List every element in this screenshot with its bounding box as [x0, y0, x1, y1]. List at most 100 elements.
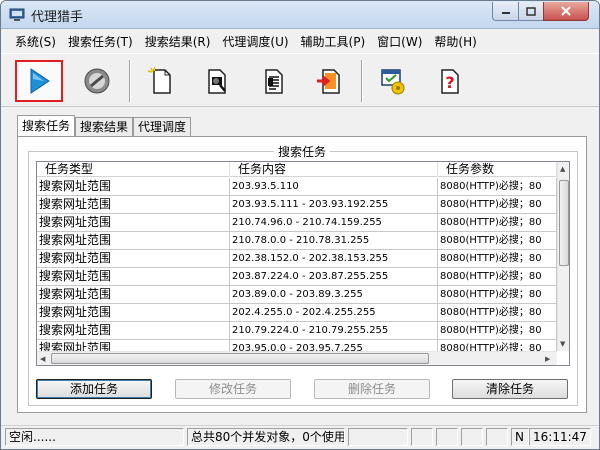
cell-task-type: 搜索网址范围	[37, 286, 230, 303]
scroll-left-icon[interactable]: ◀	[40, 355, 45, 363]
cell-task-content: 202.4.255.0 - 202.4.255.255	[230, 304, 438, 321]
toolbar-separator	[361, 60, 363, 102]
search-document-icon	[208, 69, 226, 94]
close-button[interactable]	[543, 2, 589, 21]
status-pane-empty	[486, 428, 508, 446]
play-icon	[30, 68, 50, 94]
tab-proxy-dispatch[interactable]: 代理调度	[133, 117, 192, 137]
edit-task-button[interactable]: 修改任务	[175, 379, 291, 399]
search-task-group: 搜索任务 任务类型 任务内容 任务参数 搜索网址范围 203.93.5.110 80…	[28, 143, 578, 406]
cell-task-type: 搜索网址范围	[37, 250, 230, 267]
new-task-button[interactable]	[137, 60, 185, 102]
status-pane-empty	[411, 428, 433, 446]
table-row[interactable]: 搜索网址范围 210.78.0.0 - 210.78.31.255 8080(HTT…	[37, 232, 557, 250]
toolbar-separator	[129, 60, 131, 102]
maximize-button[interactable]	[518, 2, 544, 21]
status-pane-empty	[461, 428, 483, 446]
status-bar: 空闲...... 总共80个并发对象，0个使用F N 16:11:47	[1, 425, 599, 447]
text-document-button[interactable]	[249, 60, 297, 102]
cell-task-content: 203.87.224.0 - 203.87.255.255	[230, 268, 438, 285]
minimize-icon	[501, 12, 510, 14]
cell-task-params: 8080(HTTP)必搜；80	[438, 250, 557, 267]
menu-help[interactable]: 帮助(H)	[428, 33, 482, 50]
close-icon	[561, 6, 571, 16]
menu-bar: 系统(S) 搜索任务(T) 搜索结果(R) 代理调度(U) 辅助工具(P) 窗口…	[1, 30, 599, 52]
new-document-icon	[147, 66, 171, 94]
window-title: 代理猎手	[31, 10, 84, 25]
cell-task-params: 8080(HTTP)必搜；80	[438, 322, 557, 339]
cell-task-params: 8080(HTTP)必搜；80	[438, 304, 557, 321]
delete-task-button[interactable]: 删除任务	[314, 379, 430, 399]
cell-task-content: 210.74.96.0 - 210.74.159.255	[230, 214, 438, 231]
cell-task-content: 202.38.152.0 - 202.38.153.255	[230, 250, 438, 267]
list-rows: 搜索网址范围 203.93.5.110 8080(HTTP)必搜；80 搜索网址范围 2…	[37, 178, 557, 358]
column-header-type[interactable]: 任务类型	[37, 162, 230, 177]
cell-task-content: 203.89.0.0 - 203.89.3.255	[230, 286, 438, 303]
help-icon: ?	[441, 69, 459, 94]
tab-search-task[interactable]: 搜索任务	[17, 115, 76, 137]
menu-search-result[interactable]: 搜索结果(R)	[139, 33, 217, 50]
table-row[interactable]: 搜索网址范围 203.93.5.111 - 203.93.192.255 8080(…	[37, 196, 557, 214]
table-row[interactable]: 搜索网址范围 203.89.0.0 - 203.89.3.255 8080(HTTP…	[37, 286, 557, 304]
task-actions: 添加任务 修改任务 删除任务 清除任务	[36, 379, 570, 399]
table-row[interactable]: 搜索网址范围 210.74.96.0 - 210.74.159.255 8080(H…	[37, 214, 557, 232]
cell-task-params: 8080(HTTP)必搜；80	[438, 178, 557, 195]
scroll-down-icon[interactable]: ▼	[560, 340, 565, 348]
scroll-up-icon[interactable]: ▲	[560, 165, 565, 173]
tab-search-result[interactable]: 搜索结果	[75, 117, 134, 137]
status-pane-empty	[348, 428, 408, 446]
vertical-scrollbar[interactable]: ▲ ▼	[557, 162, 569, 351]
group-title: 搜索任务	[274, 143, 331, 160]
cell-task-type: 搜索网址范围	[37, 304, 230, 321]
main-window: 代理猎手 系统(S) 搜索任务(T) 搜索结果(R) 代理调度(U) 辅助工具(…	[0, 0, 600, 450]
cell-task-content: 210.79.224.0 - 210.79.255.255	[230, 322, 438, 339]
status-state: 空闲......	[5, 428, 184, 446]
menu-system[interactable]: 系统(S)	[9, 33, 62, 50]
horizontal-scroll-thumb[interactable]	[51, 353, 429, 364]
import-document-icon	[317, 69, 340, 94]
start-button[interactable]	[15, 60, 63, 102]
table-row[interactable]: 搜索网址范围 203.87.224.0 - 203.87.255.255 8080(…	[37, 268, 557, 286]
cell-task-content: 210.78.0.0 - 210.78.31.255	[230, 232, 438, 249]
table-row[interactable]: 搜索网址范围 210.79.224.0 - 210.79.255.255 8080(…	[37, 322, 557, 340]
scroll-right-icon[interactable]: ▶	[545, 355, 550, 363]
cell-task-params: 8080(HTTP)必搜；80	[438, 214, 557, 231]
table-row[interactable]: 搜索网址范围 202.4.255.0 - 202.4.255.255 8080(HT…	[37, 304, 557, 322]
status-pane-empty	[436, 428, 458, 446]
cell-task-type: 搜索网址范围	[37, 178, 230, 195]
column-header-content[interactable]: 任务内容	[230, 162, 438, 177]
app-icon	[9, 8, 25, 21]
minimize-button[interactable]	[492, 2, 519, 21]
table-row[interactable]: 搜索网址范围 203.93.5.110 8080(HTTP)必搜；80	[37, 178, 557, 196]
cell-task-params: 8080(HTTP)必搜；80	[438, 232, 557, 249]
table-row[interactable]: 搜索网址范围 202.38.152.0 - 202.38.153.255 8080(…	[37, 250, 557, 268]
menu-tools[interactable]: 辅助工具(P)	[295, 33, 372, 50]
tab-strip: 搜索任务 搜索结果 代理调度	[17, 115, 192, 137]
vertical-scroll-thumb[interactable]	[559, 180, 569, 266]
cell-task-params: 8080(HTTP)必搜；80	[438, 196, 557, 213]
column-header-params[interactable]: 任务参数	[438, 162, 557, 177]
maximize-icon	[526, 6, 536, 16]
settings-button[interactable]	[369, 60, 417, 102]
svg-text:?: ?	[445, 73, 454, 92]
add-task-button[interactable]: 添加任务	[36, 379, 152, 399]
stop-button[interactable]	[73, 60, 121, 102]
search-document-button[interactable]	[193, 60, 241, 102]
cell-task-type: 搜索网址范围	[37, 232, 230, 249]
title-bar[interactable]: 代理猎手	[1, 1, 599, 29]
stop-icon	[84, 68, 110, 94]
cell-task-type: 搜索网址范围	[37, 196, 230, 213]
clear-task-button[interactable]: 清除任务	[452, 379, 568, 399]
horizontal-scrollbar[interactable]: ◀ ▶	[37, 351, 557, 365]
help-button[interactable]: ?	[425, 60, 473, 102]
cell-task-params: 8080(HTTP)必搜；80	[438, 286, 557, 303]
menu-window[interactable]: 窗口(W)	[371, 33, 428, 50]
tab-panel: 搜索任务 任务类型 任务内容 任务参数 搜索网址范围 203.93.5.110 80…	[17, 136, 587, 413]
task-list[interactable]: 任务类型 任务内容 任务参数 搜索网址范围 203.93.5.110 8080(HT…	[36, 161, 570, 366]
cell-task-params: 8080(HTTP)必搜；80	[438, 268, 557, 285]
import-button[interactable]	[305, 60, 353, 102]
menu-search-task[interactable]: 搜索任务(T)	[62, 33, 139, 50]
toolbar: ?	[1, 53, 599, 107]
cell-task-content: 203.93.5.110	[230, 178, 438, 195]
menu-proxy-dispatch[interactable]: 代理调度(U)	[216, 33, 294, 50]
